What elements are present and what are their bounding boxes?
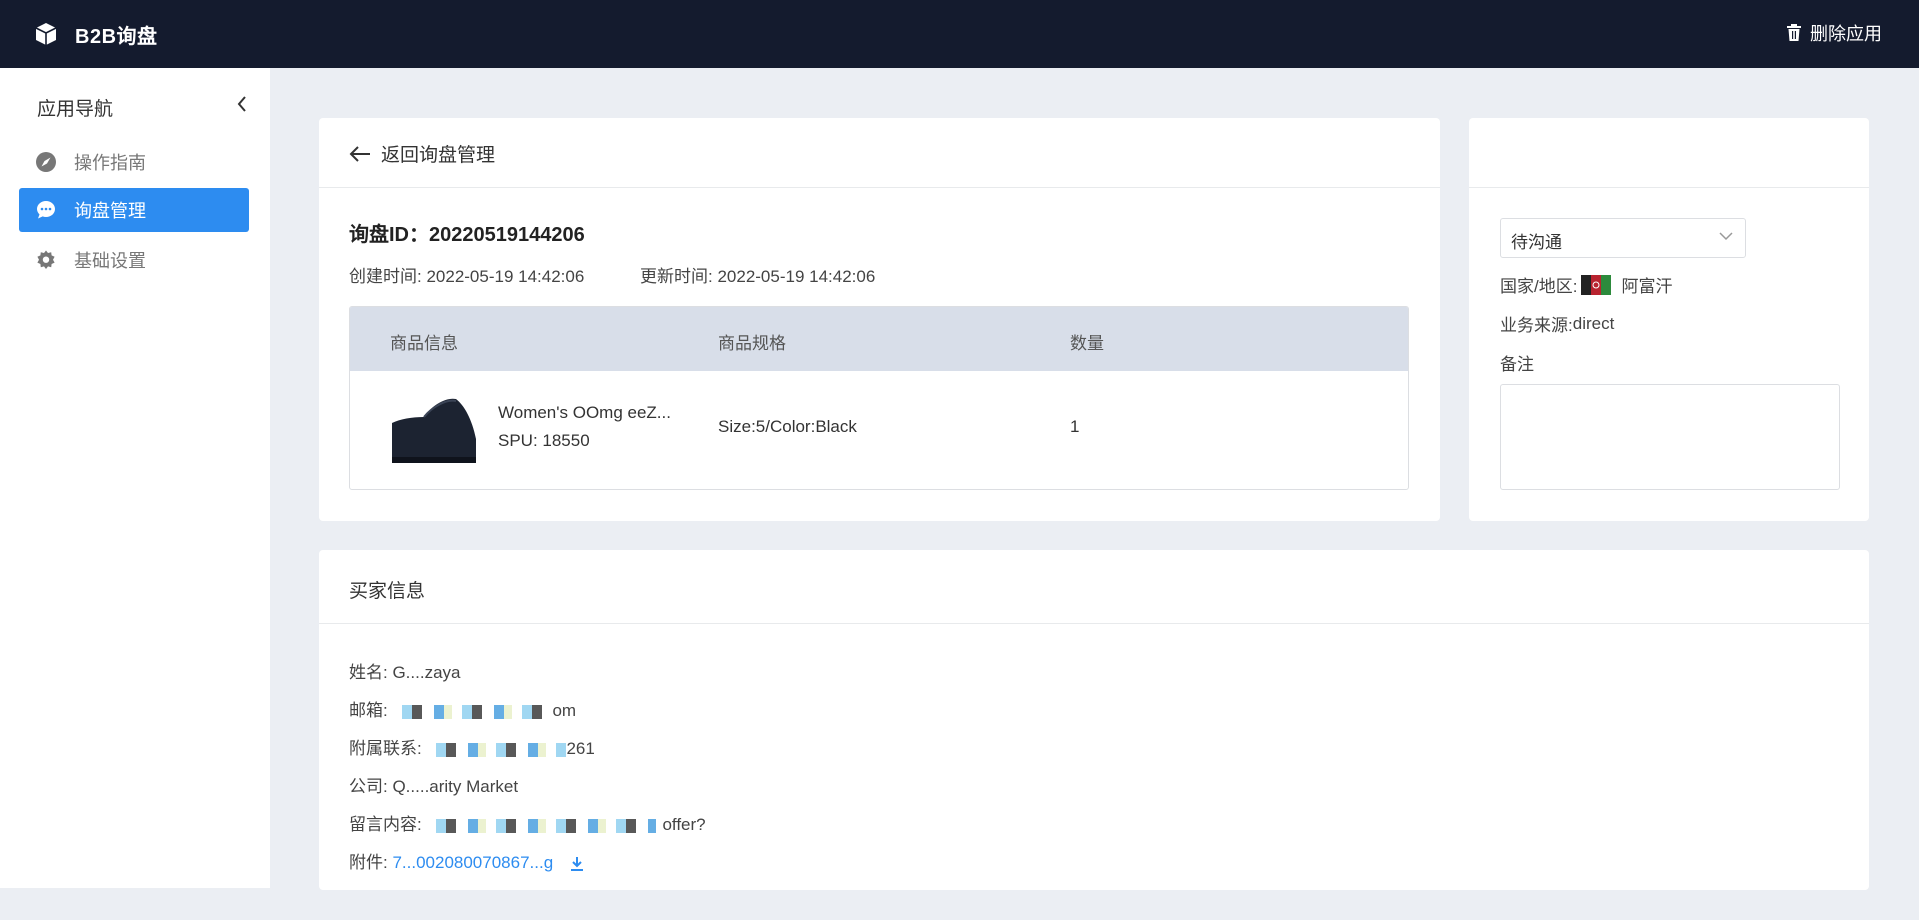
brand: B2B询盘 <box>35 18 158 50</box>
contact-value: 261 <box>566 739 595 758</box>
source-field: 业务来源: direct <box>1500 311 1614 336</box>
source-value: direct <box>1572 313 1615 333</box>
collapse-sidebar-button[interactable] <box>236 94 248 119</box>
nav-title: 应用导航 <box>37 99 114 120</box>
name-label: 姓名: <box>349 663 393 682</box>
sidebar-item-guide[interactable]: 操作指南 <box>19 140 249 184</box>
trash-icon <box>1786 24 1802 42</box>
sidebar-item-label: 操作指南 <box>74 153 146 173</box>
table-header: 商品信息 商品规格 数量 <box>350 307 1408 371</box>
product-spu: SPU: 18550 <box>498 431 590 450</box>
message-label: 留言内容: <box>349 815 427 834</box>
arrow-left-icon <box>349 145 371 163</box>
inquiry-id-label: 询盘ID： <box>349 224 429 246</box>
buyer-contact: 附属联系: 261 <box>349 734 595 759</box>
sidebar: 应用导航 操作指南 询盘管理 基础设置 <box>0 68 270 888</box>
redacted-block <box>392 704 553 719</box>
redacted-block <box>426 818 657 833</box>
chat-icon <box>36 200 56 220</box>
email-value: om <box>552 701 577 720</box>
inquiry-detail-card: 返回询盘管理 询盘ID：20220519144206 创建时间: 2022-05… <box>319 118 1440 521</box>
product-spec: Size:5/Color:Black <box>718 417 857 436</box>
remark-textarea[interactable] <box>1500 384 1840 490</box>
column-header: 数量 <box>1070 334 1104 353</box>
chevron-down-icon <box>1719 231 1733 241</box>
buyer-message: 留言内容: offer? <box>349 810 706 835</box>
divider <box>1469 187 1869 188</box>
buyer-company: 公司: Q.....arity Market <box>349 772 518 797</box>
message-value: offer? <box>662 815 706 834</box>
compass-icon <box>36 152 56 172</box>
updated-label: 更新时间: <box>640 267 718 286</box>
buyer-title: 买家信息 <box>349 581 426 602</box>
name-value: G....zaya <box>392 663 461 682</box>
app-name: B2B询盘 <box>75 25 158 48</box>
status-select[interactable]: 待沟通 <box>1500 218 1746 258</box>
sidebar-item-label: 询盘管理 <box>74 201 146 221</box>
afghanistan-flag-icon <box>1581 274 1612 295</box>
status-value: 待沟通 <box>1511 233 1562 252</box>
product-table: 商品信息 商品规格 数量 Women's OOmg eeZ... SPU: 18… <box>349 306 1409 490</box>
chevron-left-icon <box>236 94 248 114</box>
top-bar: B2B询盘 删除应用 <box>0 0 1919 68</box>
updated-value: 2022-05-19 14:42:06 <box>717 267 876 286</box>
back-label: 返回询盘管理 <box>381 145 496 166</box>
product-thumbnail <box>390 393 478 465</box>
cube-icon <box>35 22 57 46</box>
column-header: 商品信息 <box>390 334 458 353</box>
remark-label: 备注 <box>1500 355 1534 374</box>
created-value: 2022-05-19 14:42:06 <box>426 267 585 286</box>
download-icon[interactable] <box>570 856 584 872</box>
attachment-link[interactable]: 7...002080070867...g <box>392 853 553 872</box>
country-label: 国家/地区: <box>1500 277 1578 296</box>
buyer-attachment: 附件: 7...002080070867...g <box>349 848 584 873</box>
sidebar-item-inquiry[interactable]: 询盘管理 <box>19 188 249 232</box>
email-label: 邮箱: <box>349 701 393 720</box>
country-value: 阿富汗 <box>1621 277 1673 296</box>
divider <box>319 187 1440 188</box>
inquiry-id-value: 20220519144206 <box>429 224 585 246</box>
buyer-info-card: 买家信息 姓名: G....zaya 邮箱: om 附属联系: 261 公司: … <box>319 550 1869 890</box>
company-value: Q.....arity Market <box>392 777 519 796</box>
contact-label: 附属联系: <box>349 739 427 758</box>
delete-app-label: 删除应用 <box>1810 24 1882 44</box>
attachment-label: 附件: <box>349 853 393 872</box>
inquiry-id: 询盘ID：20220519144206 <box>349 218 585 247</box>
buyer-name: 姓名: G....zaya <box>349 658 460 683</box>
sidebar-item-label: 基础设置 <box>74 251 146 271</box>
back-button[interactable]: 返回询盘管理 <box>349 140 495 167</box>
redacted-block <box>426 742 567 757</box>
buyer-email: 邮箱: om <box>349 696 576 721</box>
gear-icon <box>36 250 56 270</box>
divider <box>319 623 1869 624</box>
product-name: Women's OOmg eeZ... <box>498 403 671 422</box>
updated-time: 更新时间: 2022-05-19 14:42:06 <box>640 262 875 287</box>
inquiry-side-panel: 待沟通 国家/地区: 阿富汗 业务来源: direct 备注 <box>1469 118 1869 521</box>
created-label: 创建时间: <box>349 267 427 286</box>
column-header: 商品规格 <box>718 334 786 353</box>
sidebar-item-settings[interactable]: 基础设置 <box>19 238 249 282</box>
table-row: Women's OOmg eeZ... SPU: 18550 Size:5/Co… <box>350 371 1408 489</box>
source-label: 业务来源: <box>1500 316 1573 335</box>
created-time: 创建时间: 2022-05-19 14:42:06 <box>349 262 584 287</box>
country-field: 国家/地区: 阿富汗 <box>1500 272 1672 297</box>
delete-app-button[interactable]: 删除应用 <box>1786 20 1882 46</box>
company-label: 公司: <box>349 777 393 796</box>
product-quantity: 1 <box>1070 417 1080 436</box>
